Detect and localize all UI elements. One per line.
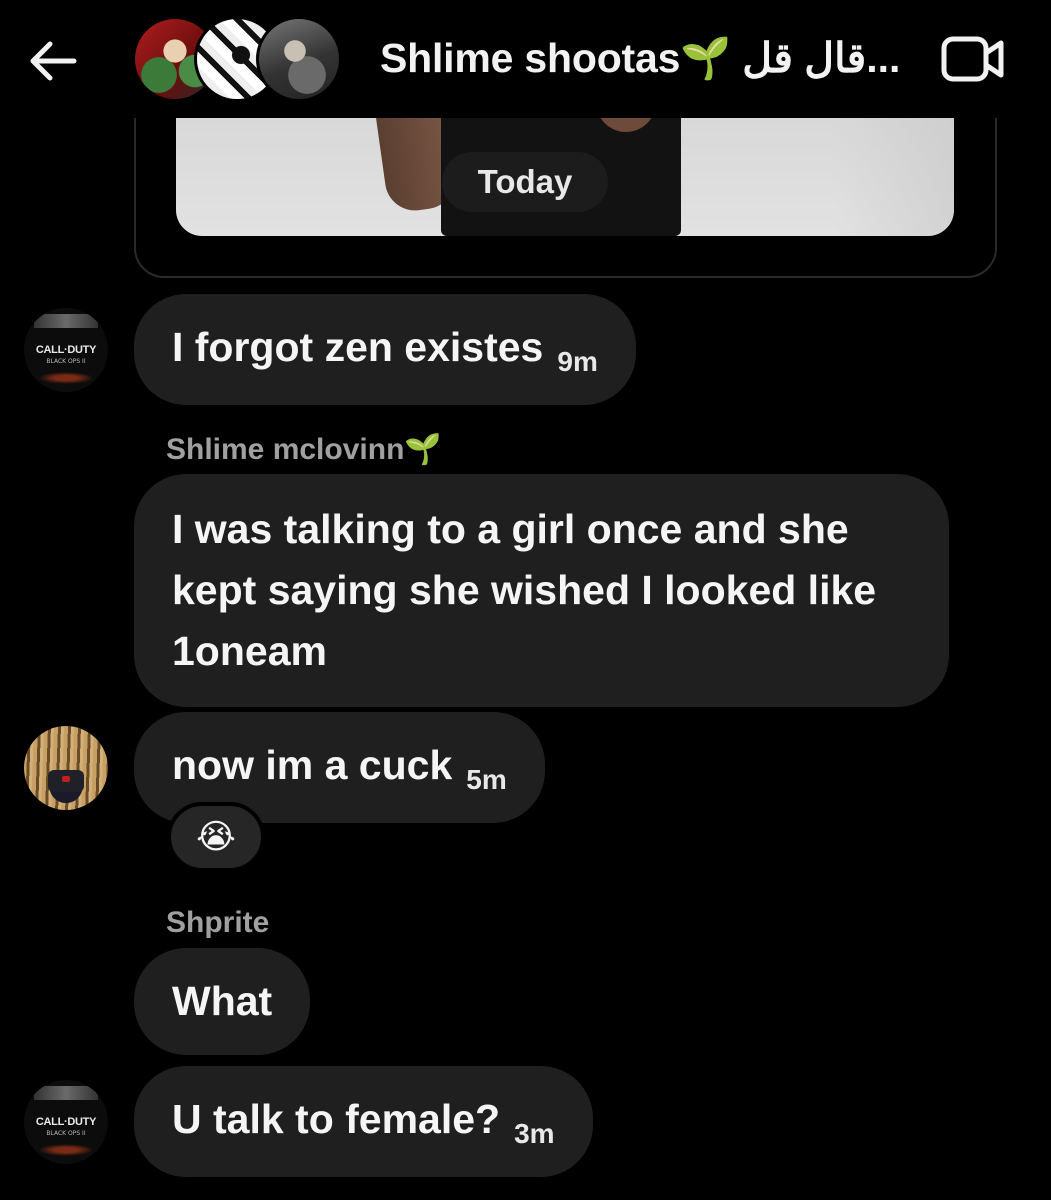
arrow-left-icon [30,41,77,81]
message-bubble[interactable]: I was talking to a girl once and she kep… [134,474,949,707]
video-camera-icon [941,36,1004,82]
dreadlocks-masked-avatar[interactable] [24,726,108,810]
message-text: U talk to female? [172,1096,501,1142]
sender-name: Shlime mclovinn🌱 [166,433,442,466]
date-separator: Today [442,152,608,212]
message-text: I forgot zen existes [172,324,544,370]
message-bubble[interactable]: I forgot zen existes 9m [134,294,636,405]
call-of-duty-black-ops-avatar[interactable]: CALL·DUTY BLACK OPS II [24,1080,108,1164]
chat-header: Shlime shootas🌱 قال قل... [0,0,1051,118]
sender-name: Shprite [166,906,270,939]
message-timestamp: 3m [514,1118,555,1149]
group-member-avatar [256,16,342,102]
message-bubble[interactable]: What [134,948,311,1055]
message-timestamp: 9m [557,346,598,377]
message-text: now im a cuck [172,742,453,788]
call-of-duty-black-ops-avatar[interactable]: CALL·DUTY BLACK OPS II [24,308,108,392]
chat-screen: Today Shlime shootas🌱 قال قل... CALL·DUT… [0,0,1051,1200]
back-button[interactable] [26,34,80,88]
message-text: I was talking to a girl once and she kep… [172,506,877,674]
video-call-button[interactable] [940,34,1006,84]
message-bubble[interactable]: U talk to female? 3m [134,1066,593,1177]
message-timestamp: 5m [466,764,507,795]
loudly-crying-reaction[interactable]: 😭 [167,802,265,872]
group-avatars[interactable] [132,16,352,104]
chat-title[interactable]: Shlime shootas🌱 قال قل... [380,34,901,83]
message-text: What [172,978,273,1024]
